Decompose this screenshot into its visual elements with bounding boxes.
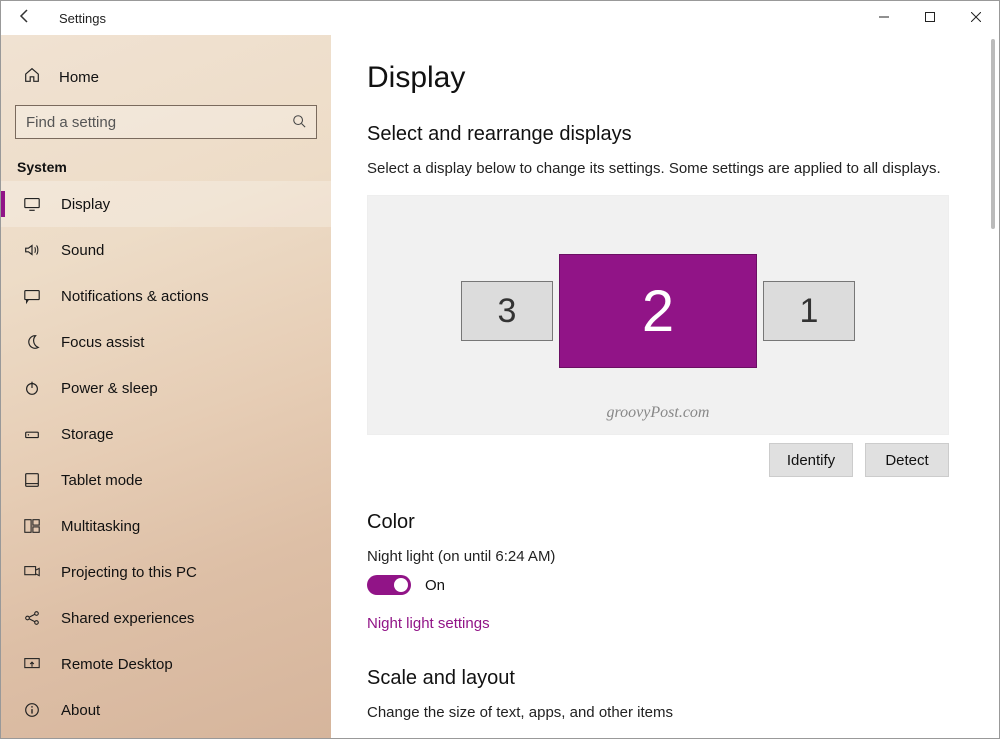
sidebar-item-notifications[interactable]: Notifications & actions — [1, 273, 331, 319]
sidebar-item-label: Shared experiences — [61, 610, 194, 627]
sidebar-item-sound[interactable]: Sound — [1, 227, 331, 273]
page-title: Display — [367, 61, 949, 95]
sidebar-section-title: System — [17, 159, 331, 175]
scrollbar[interactable] — [991, 35, 997, 734]
multitask-icon — [23, 517, 47, 535]
sidebar-item-remote[interactable]: Remote Desktop — [1, 641, 331, 687]
color-group: Color Night light (on until 6:24 AM) On … — [367, 511, 949, 633]
sidebar-item-about[interactable]: About — [1, 687, 331, 733]
window-body: Home Find a setting System Display Sound N… — [1, 35, 999, 738]
share-icon — [23, 609, 47, 627]
sound-icon — [23, 241, 47, 259]
scrollbar-thumb[interactable] — [991, 39, 995, 229]
sidebar-item-label: Storage — [61, 426, 114, 443]
active-accent — [1, 191, 5, 217]
maximize-button[interactable] — [907, 1, 953, 33]
toggle-knob — [394, 578, 408, 592]
sidebar-item-storage[interactable]: Storage — [1, 411, 331, 457]
search-icon — [292, 114, 306, 131]
display-monitor-2[interactable]: 2 — [559, 254, 757, 368]
monitor-icon — [23, 195, 47, 213]
night-light-toggle[interactable] — [367, 575, 411, 595]
sidebar-home-label: Home — [59, 69, 99, 86]
close-button[interactable] — [953, 1, 999, 33]
sidebar-item-power[interactable]: Power & sleep — [1, 365, 331, 411]
sidebar-item-label: Remote Desktop — [61, 656, 173, 673]
display-monitor-3[interactable]: 3 — [461, 281, 553, 341]
sidebar-item-projecting[interactable]: Projecting to this PC — [1, 549, 331, 595]
search-input[interactable]: Find a setting — [15, 105, 317, 139]
search-row: Find a setting — [15, 105, 317, 139]
home-icon — [23, 66, 47, 89]
rearrange-heading: Select and rearrange displays — [367, 123, 949, 146]
sidebar-item-display[interactable]: Display — [1, 181, 331, 227]
display-arrangement-canvas[interactable]: 321 groovyPost.com — [367, 195, 949, 435]
sidebar-item-label: Projecting to this PC — [61, 564, 197, 581]
back-button[interactable] — [13, 8, 37, 29]
sidebar-item-tablet[interactable]: Tablet mode — [1, 457, 331, 503]
night-light-settings-link[interactable]: Night light settings — [367, 615, 490, 632]
scale-subtext: Change the size of text, apps, and other… — [367, 704, 949, 721]
remote-icon — [23, 655, 47, 673]
titlebar: Settings — [1, 1, 999, 35]
sidebar-item-label: Focus assist — [61, 334, 144, 351]
toggle-state-label: On — [425, 577, 445, 594]
sidebar-item-label: Notifications & actions — [61, 288, 209, 305]
tablet-icon — [23, 471, 47, 489]
window-controls — [861, 1, 999, 35]
scale-group: Scale and layout Change the size of text… — [367, 667, 949, 721]
sidebar-item-focus[interactable]: Focus assist — [1, 319, 331, 365]
rearrange-subtext: Select a display below to change its set… — [367, 160, 949, 177]
detect-button[interactable]: Detect — [865, 443, 949, 477]
scale-heading: Scale and layout — [367, 667, 949, 690]
sidebar-item-label: Power & sleep — [61, 380, 158, 397]
display-actions: Identify Detect — [367, 443, 949, 477]
window-title: Settings — [59, 11, 106, 26]
power-icon — [23, 379, 47, 397]
identify-button[interactable]: Identify — [769, 443, 853, 477]
main-content: Display Select and rearrange displays Se… — [331, 35, 999, 738]
watermark-text: groovyPost.com — [368, 404, 948, 422]
sidebar-item-label: Multitasking — [61, 518, 140, 535]
sidebar-item-label: Display — [61, 196, 110, 213]
sidebar-item-shared[interactable]: Shared experiences — [1, 595, 331, 641]
night-light-toggle-row: On — [367, 575, 949, 595]
sidebar: Home Find a setting System Display Sound N… — [1, 35, 331, 738]
sidebar-item-label: About — [61, 702, 100, 719]
project-icon — [23, 563, 47, 581]
display-row: 321 — [368, 254, 948, 368]
info-icon — [23, 701, 47, 719]
chat-icon — [23, 287, 47, 305]
moon-icon — [23, 333, 47, 351]
settings-window: Settings Home Find a sett — [0, 0, 1000, 739]
display-monitor-1[interactable]: 1 — [763, 281, 855, 341]
search-placeholder: Find a setting — [26, 114, 116, 131]
sidebar-nav: Display Sound Notifications & actions Focus… — [1, 181, 331, 733]
sidebar-item-multitask[interactable]: Multitasking — [1, 503, 331, 549]
night-light-label: Night light (on until 6:24 AM) — [367, 548, 949, 565]
sidebar-home[interactable]: Home — [1, 55, 331, 99]
storage-icon — [23, 425, 47, 443]
sidebar-item-label: Tablet mode — [61, 472, 143, 489]
sidebar-item-label: Sound — [61, 242, 104, 259]
minimize-button[interactable] — [861, 1, 907, 33]
color-heading: Color — [367, 511, 949, 534]
